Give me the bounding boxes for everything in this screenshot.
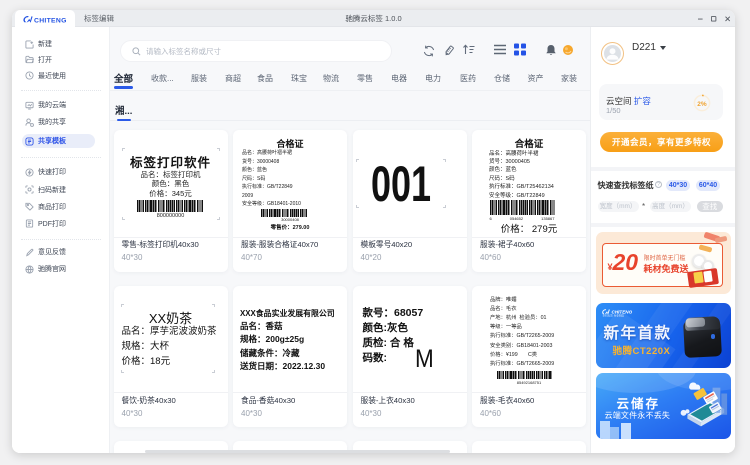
- svg-text:条码标签 专业制造: 条码标签 专业制造: [602, 314, 624, 317]
- svg-text:CHITENG: CHITENG: [34, 17, 67, 24]
- svg-text:2%: 2%: [697, 101, 707, 108]
